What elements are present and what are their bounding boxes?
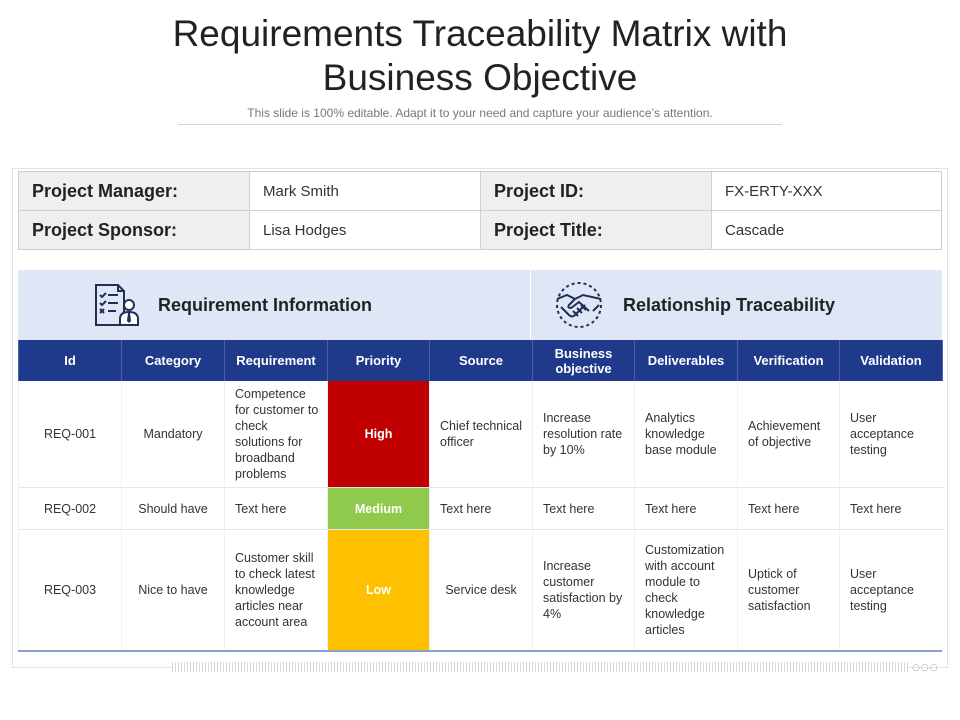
title-line-2: Business Objective [322, 57, 638, 98]
table-row: REQ-003 Nice to have Customer skill to c… [18, 529, 943, 651]
subtitle-divider [178, 124, 782, 125]
cell-validation: User acceptance testing [839, 381, 943, 488]
cell-deliverables: Text here [634, 487, 738, 530]
cell-id: REQ-001 [18, 381, 122, 488]
cell-category: Should have [121, 487, 225, 530]
table-header-row: Id Category Requirement Priority Source … [18, 340, 943, 381]
project-info-row: Project Manager: Mark Smith Project ID: … [18, 171, 942, 211]
section-requirement-information: Requirement Information [18, 270, 530, 340]
column-header-verification: Verification [737, 340, 840, 381]
checklist-person-icon [95, 284, 139, 326]
project-manager-label: Project Manager: [18, 171, 250, 211]
cell-requirement: Customer skill to check latest knowledge… [224, 529, 328, 651]
cell-business-objective: Text here [532, 487, 635, 530]
table-row: REQ-002 Should have Text here Medium Tex… [18, 487, 943, 530]
cell-business-objective: Increase resolution rate by 10% [532, 381, 635, 488]
cell-source: Text here [429, 487, 533, 530]
cell-business-objective: Increase customer satisfaction by 4% [532, 529, 635, 651]
cell-priority-medium: Medium [327, 487, 430, 530]
column-header-source: Source [429, 340, 533, 381]
cell-verification: Uptick of customer satisfaction [737, 529, 840, 651]
cell-validation: User acceptance testing [839, 529, 943, 651]
section-relationship-traceability: Relationship Traceability [531, 270, 942, 340]
cell-verification: Text here [737, 487, 840, 530]
column-header-validation: Validation [839, 340, 943, 381]
project-info-row: Project Sponsor: Lisa Hodges Project Tit… [18, 210, 942, 250]
page-subtitle: This slide is 100% editable. Adapt it to… [247, 106, 713, 120]
cell-source: Service desk [429, 529, 533, 651]
project-title-label: Project Title: [480, 210, 712, 250]
cell-category: Mandatory [121, 381, 225, 488]
project-id-value: FX-ERTY-XXX [711, 171, 942, 211]
cell-deliverables: Analytics knowledge base module [634, 381, 738, 488]
handshake-icon [556, 282, 602, 328]
project-sponsor-value: Lisa Hodges [249, 210, 481, 250]
cell-priority-low: Low [327, 529, 430, 651]
table-row: REQ-001 Mandatory Competence for custome… [18, 381, 943, 488]
project-id-label: Project ID: [480, 171, 712, 211]
cell-validation: Text here [839, 487, 943, 530]
cell-requirement: Text here [224, 487, 328, 530]
section-label: Relationship Traceability [623, 294, 836, 315]
traceability-matrix-table: Id Category Requirement Priority Source … [18, 340, 943, 651]
column-header-priority: Priority [327, 340, 430, 381]
column-header-category: Category [121, 340, 225, 381]
column-header-deliverables: Deliverables [634, 340, 738, 381]
cell-priority-high: High [327, 381, 430, 488]
title-line-1: Requirements Traceability Matrix with [172, 13, 788, 54]
column-header-requirement: Requirement [224, 340, 328, 381]
page-title: Requirements Traceability Matrix with Bu… [0, 12, 960, 100]
cell-id: REQ-003 [18, 529, 122, 651]
project-sponsor-label: Project Sponsor: [18, 210, 250, 250]
column-header-business-objective: Business objective [532, 340, 635, 381]
project-title-value: Cascade [711, 210, 942, 250]
section-label: Requirement Information [158, 294, 373, 315]
column-header-id: Id [18, 340, 122, 381]
project-info-table: Project Manager: Mark Smith Project ID: … [18, 171, 942, 250]
project-manager-value: Mark Smith [249, 171, 481, 211]
more-dots-icon: ○○○ [912, 663, 939, 673]
cell-source: Chief technical officer [429, 381, 533, 488]
table-bottom-rule [18, 650, 942, 652]
cell-category: Nice to have [121, 529, 225, 651]
cell-verification: Achievement of objective [737, 381, 840, 488]
cell-id: REQ-002 [18, 487, 122, 530]
cell-deliverables: Customization with account module to che… [634, 529, 738, 651]
frame-scrollbar [172, 662, 908, 672]
cell-requirement: Competence for customer to check solutio… [224, 381, 328, 488]
